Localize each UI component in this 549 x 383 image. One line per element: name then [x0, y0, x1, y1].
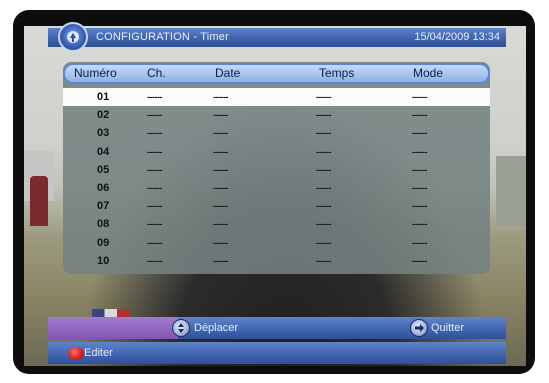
- row-time: ------: [316, 146, 331, 157]
- row-number: 03: [97, 127, 110, 140]
- navigation-hint-bar: Déplacer Quitter: [48, 317, 506, 339]
- row-number: 01: [97, 91, 110, 103]
- title-bar: CONFIGURATION - Timer 15/04/2009 13:34: [48, 22, 506, 52]
- row-number: 09: [97, 236, 110, 249]
- column-header-mode: Mode: [413, 66, 444, 80]
- row-mode: ------: [412, 92, 427, 102]
- table-row[interactable]: 05 ------ ------ ------ ------: [63, 161, 490, 179]
- move-label: Déplacer: [194, 322, 239, 334]
- column-header-channel: Ch.: [147, 66, 166, 80]
- row-number: 06: [97, 181, 110, 194]
- row-mode: ------: [412, 110, 427, 121]
- row-time: ------: [316, 237, 331, 248]
- row-time: ------: [316, 92, 331, 102]
- row-mode: ------: [412, 128, 427, 139]
- table-row[interactable]: 04 ------ ------ ------ ------: [63, 143, 490, 161]
- row-date: ------: [213, 219, 228, 230]
- row-date: ------: [213, 255, 228, 266]
- edit-label[interactable]: Editer: [84, 342, 113, 364]
- column-header-date: Date: [215, 66, 241, 80]
- background-tree: [496, 156, 526, 226]
- row-mode: ------: [412, 146, 427, 157]
- datetime-display: 15/04/2009 13:34: [414, 31, 500, 43]
- row-time: ------: [316, 182, 331, 193]
- table-row[interactable]: 10 ------ ------ ------ ------: [63, 252, 490, 270]
- row-channel: ------: [147, 164, 162, 175]
- row-channel: ------: [147, 128, 162, 139]
- background-people: [30, 176, 48, 226]
- row-number: 02: [97, 109, 110, 122]
- exit-label[interactable]: Quitter: [431, 317, 464, 339]
- row-channel: ------: [147, 201, 162, 212]
- edit-bar: Editer: [48, 342, 506, 364]
- row-date: ------: [213, 201, 228, 212]
- row-mode: ------: [412, 255, 427, 266]
- nav-accent: [48, 317, 178, 339]
- row-time: ------: [316, 164, 331, 175]
- row-date: ------: [213, 237, 228, 248]
- table-row[interactable]: 07 ------ ------ ------ ------: [63, 197, 490, 215]
- column-header-number: Numéro: [74, 66, 117, 80]
- row-number: 08: [97, 218, 110, 231]
- red-button-icon[interactable]: [68, 347, 84, 360]
- row-number: 10: [97, 254, 110, 267]
- table-row[interactable]: 01 ------ ------ ------ ------: [63, 88, 490, 107]
- row-number: 05: [97, 163, 110, 176]
- row-channel: ------: [147, 255, 162, 266]
- row-channel: ------: [147, 219, 162, 230]
- table-row[interactable]: 06 ------ ------ ------ ------: [63, 179, 490, 197]
- row-time: ------: [316, 201, 331, 212]
- row-date: ------: [213, 182, 228, 193]
- table-row[interactable]: 03 ------ ------ ------ ------: [63, 124, 490, 142]
- row-number: 04: [97, 145, 110, 158]
- table-row[interactable]: 02 ------ ------ ------ ------: [63, 106, 490, 124]
- row-channel: ------: [147, 92, 162, 102]
- row-mode: ------: [412, 219, 427, 230]
- table-row[interactable]: 09 ------ ------ ------ ------: [63, 234, 490, 252]
- row-time: ------: [316, 110, 331, 121]
- row-channel: ------: [147, 237, 162, 248]
- column-header-time: Temps: [319, 66, 355, 80]
- row-time: ------: [316, 255, 331, 266]
- row-mode: ------: [412, 182, 427, 193]
- table-header: Numéro Ch. Date Temps Mode: [63, 63, 490, 84]
- row-date: ------: [213, 92, 228, 102]
- row-mode: ------: [412, 164, 427, 175]
- row-date: ------: [213, 164, 228, 175]
- row-mode: ------: [412, 201, 427, 212]
- row-channel: ------: [147, 146, 162, 157]
- row-time: ------: [316, 128, 331, 139]
- satellite-logo-icon: [58, 22, 88, 52]
- row-date: ------: [213, 110, 228, 121]
- row-number: 07: [97, 200, 110, 213]
- row-time: ------: [316, 219, 331, 230]
- row-channel: ------: [147, 110, 162, 121]
- row-date: ------: [213, 128, 228, 139]
- up-down-arrow-icon: [172, 319, 190, 337]
- table-row[interactable]: 08 ------ ------ ------ ------: [63, 215, 490, 233]
- page-title: CONFIGURATION - Timer: [96, 31, 229, 43]
- timer-list: 01 ------ ------ ------ ------ 02 ------…: [63, 88, 490, 270]
- row-date: ------: [213, 146, 228, 157]
- exit-arrow-icon[interactable]: [410, 319, 428, 337]
- row-mode: ------: [412, 237, 427, 248]
- row-channel: ------: [147, 182, 162, 193]
